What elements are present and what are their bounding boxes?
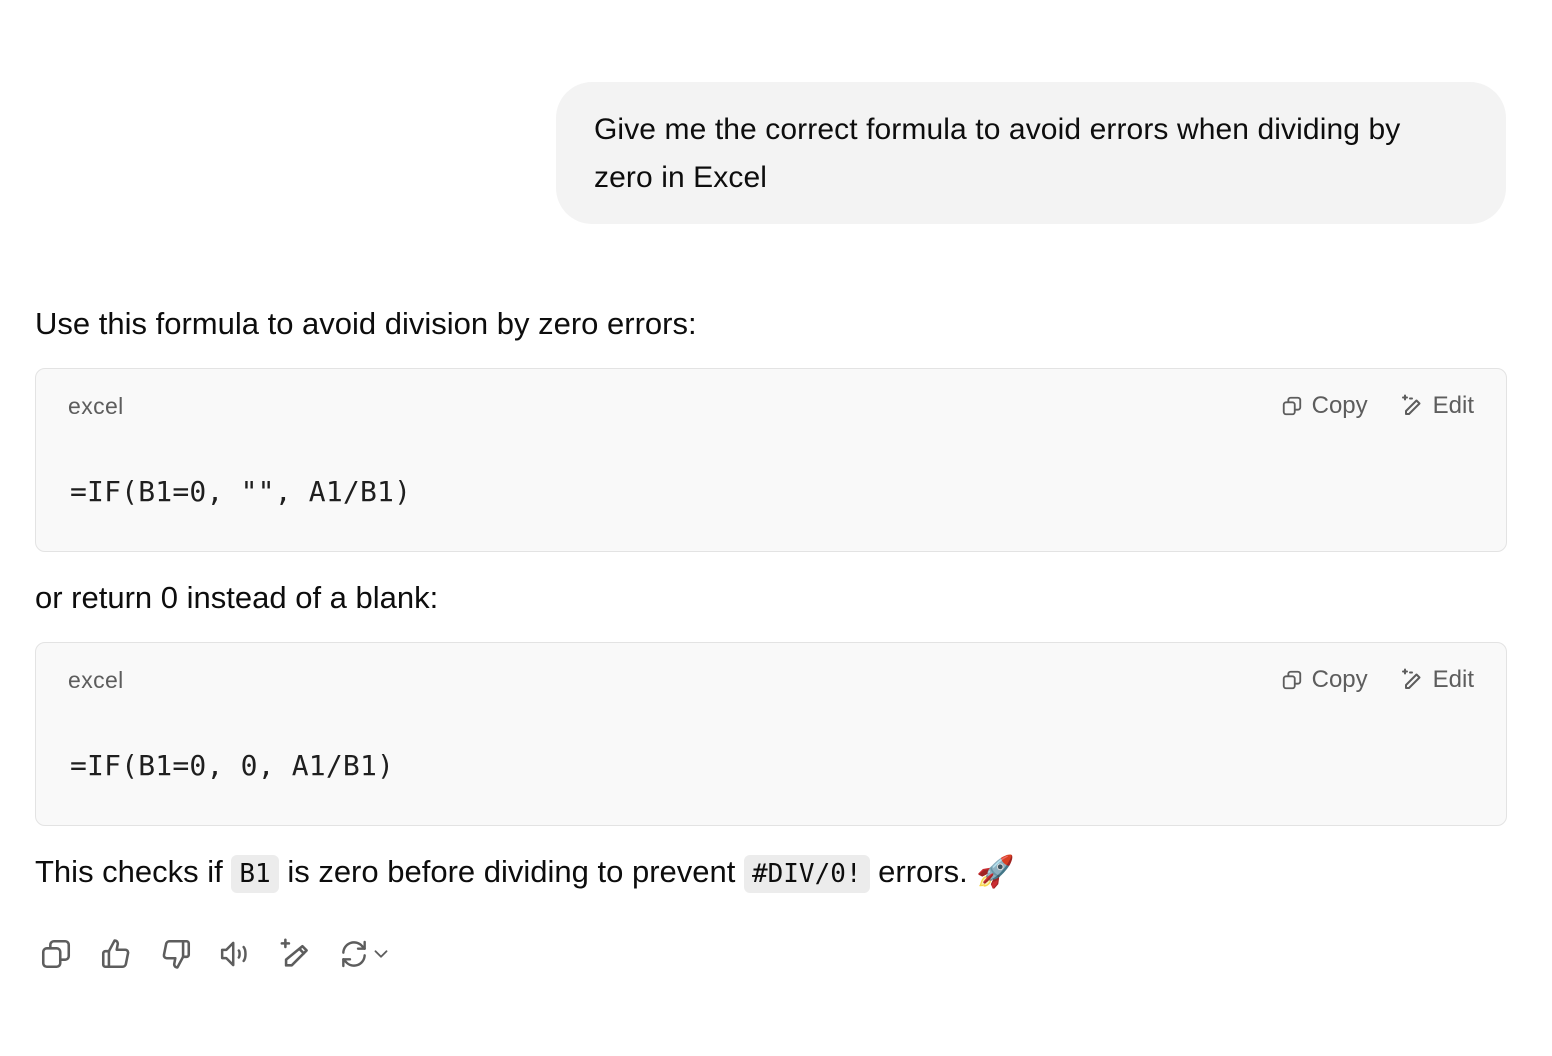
- assistant-middle-text: or return 0 instead of a blank:: [35, 580, 439, 615]
- inline-code: B1: [231, 855, 279, 893]
- code-block-header: excel Copy Edit: [68, 663, 1474, 697]
- user-message-row: Give me the correct formula to avoid err…: [0, 82, 1506, 224]
- code-block-header: excel Copy Edit: [68, 389, 1474, 423]
- inline-code: #DIV/0!: [743, 855, 870, 893]
- thumbs-down-icon: [159, 937, 193, 971]
- user-message-bubble: Give me the correct formula to avoid err…: [556, 82, 1506, 224]
- read-aloud-button[interactable]: [218, 934, 254, 974]
- read-aloud-icon: [218, 937, 254, 971]
- assistant-outro-text: This checks if B1 is zero before dividin…: [35, 848, 1507, 898]
- copy-code-label: Copy: [1311, 392, 1368, 419]
- regenerate-icon: [338, 938, 370, 970]
- copy-code-label: Copy: [1311, 666, 1368, 693]
- copy-icon: [1281, 669, 1303, 691]
- copy-message-button[interactable]: [38, 934, 74, 974]
- thumbs-up-icon: [99, 937, 133, 971]
- code-text: =IF(B1=0, 0, A1/B1): [70, 749, 395, 782]
- code-block-2: excel Copy Edit =IF(B1=0, 0, A1/B1): [35, 642, 1507, 826]
- message-actions-bar: [38, 934, 400, 974]
- copy-code-button[interactable]: Copy: [1281, 392, 1368, 420]
- thumbs-up-button[interactable]: [98, 934, 134, 974]
- edit-pencil-icon: [1400, 394, 1424, 418]
- code-actions: Copy Edit: [1281, 392, 1474, 420]
- code-language-label: excel: [68, 666, 124, 693]
- chevron-down-icon: [370, 943, 392, 965]
- outro-text-part: is zero before dividing to prevent: [278, 854, 744, 889]
- copy-message-icon: [39, 937, 73, 971]
- code-text: =IF(B1=0, "", A1/B1): [70, 475, 412, 508]
- code-actions: Copy Edit: [1281, 666, 1474, 694]
- assistant-message: Use this formula to avoid division by ze…: [35, 300, 1507, 898]
- copy-icon: [1281, 395, 1303, 417]
- edit-code-label: Edit: [1432, 666, 1474, 693]
- code-language-label: excel: [68, 392, 124, 419]
- edit-code-label: Edit: [1432, 392, 1474, 419]
- outro-text-part: This checks if: [35, 854, 232, 889]
- copy-code-button[interactable]: Copy: [1281, 666, 1368, 694]
- edit-canvas-icon: [279, 937, 313, 971]
- edit-in-canvas-button[interactable]: [278, 934, 314, 974]
- outro-text-part: errors.: [869, 854, 977, 889]
- rocket-emoji: 🚀: [976, 854, 1015, 889]
- regenerate-button[interactable]: [338, 934, 400, 974]
- edit-code-button[interactable]: Edit: [1400, 392, 1474, 420]
- thumbs-down-button[interactable]: [158, 934, 194, 974]
- edit-code-button[interactable]: Edit: [1400, 666, 1474, 694]
- edit-pencil-icon: [1400, 668, 1424, 692]
- code-block-1: excel Copy Edit =IF(B1=0, "", A1/B1): [35, 368, 1507, 552]
- assistant-intro-text: Use this formula to avoid division by ze…: [35, 306, 697, 341]
